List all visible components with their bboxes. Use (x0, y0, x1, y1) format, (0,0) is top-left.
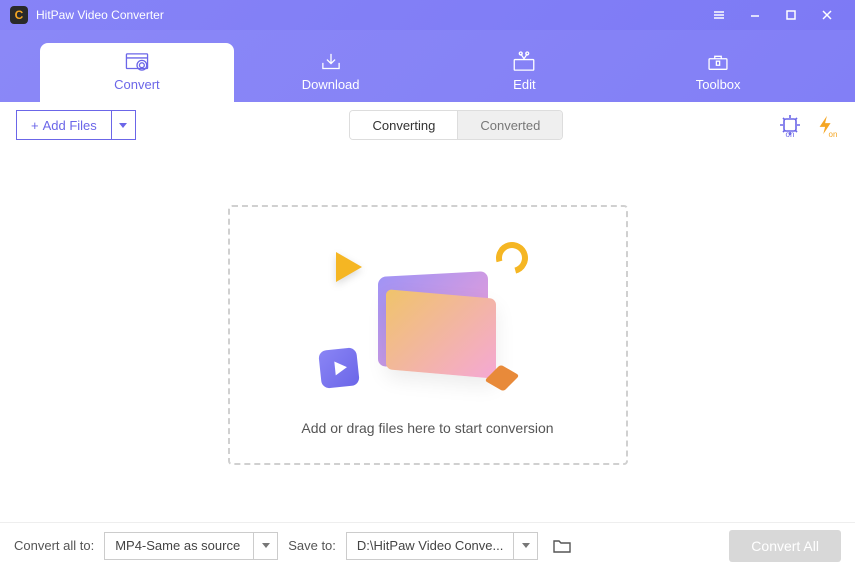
menu-button[interactable] (701, 1, 737, 29)
chevron-down-icon (119, 123, 127, 128)
open-folder-button[interactable] (548, 532, 576, 560)
add-files-group: + Add Files (16, 110, 136, 140)
add-files-dropdown[interactable] (112, 110, 136, 140)
lightning-toggle[interactable]: on (813, 112, 839, 138)
toolbar: + Add Files Converting Converted on on (0, 102, 855, 148)
dropzone-illustration (308, 234, 548, 404)
save-path-value[interactable]: D:\HitPaw Video Conve... (346, 532, 514, 560)
add-files-button[interactable]: + Add Files (16, 110, 112, 140)
play-icon (336, 252, 362, 282)
gpu-accel-toggle[interactable]: on (777, 112, 803, 138)
lightning-badge-label: on (829, 130, 838, 139)
save-to-label: Save to: (288, 538, 336, 553)
chevron-down-icon (262, 543, 270, 548)
tab-toolbox[interactable]: Toolbox (621, 43, 815, 102)
main-area: Add or drag files here to start conversi… (0, 148, 855, 522)
status-segment: Converting Converted (349, 110, 563, 140)
main-tabs: Convert Download Edit Toolbox (0, 30, 855, 102)
format-select: MP4-Same as source (104, 532, 278, 560)
minimize-button[interactable] (737, 1, 773, 29)
tab-edit-label: Edit (513, 77, 535, 92)
dropzone[interactable]: Add or drag files here to start conversi… (228, 205, 628, 465)
format-select-caret[interactable] (254, 532, 278, 560)
gpu-badge-label: on (786, 130, 795, 139)
close-button[interactable] (809, 1, 845, 29)
dropzone-text: Add or drag files here to start conversi… (301, 420, 553, 436)
app-logo: C (10, 6, 28, 24)
format-select-value[interactable]: MP4-Same as source (104, 532, 254, 560)
chevron-down-icon (522, 543, 530, 548)
folder-front-icon (386, 289, 496, 379)
tab-download[interactable]: Download (234, 43, 428, 102)
segment-converting[interactable]: Converting (350, 111, 458, 139)
convert-all-to-label: Convert all to: (14, 538, 94, 553)
video-box-icon (318, 347, 360, 389)
footer: Convert all to: MP4-Same as source Save … (0, 522, 855, 568)
app-title: HitPaw Video Converter (36, 8, 701, 22)
maximize-button[interactable] (773, 1, 809, 29)
tab-convert[interactable]: Convert (40, 43, 234, 102)
tab-convert-label: Convert (114, 77, 160, 92)
tab-toolbox-label: Toolbox (696, 77, 741, 92)
tab-edit[interactable]: Edit (428, 43, 622, 102)
convert-all-button[interactable]: Convert All (729, 530, 841, 562)
refresh-icon (490, 236, 534, 280)
tab-download-label: Download (302, 77, 360, 92)
titlebar: C HitPaw Video Converter (0, 0, 855, 30)
segment-converted[interactable]: Converted (458, 111, 562, 139)
add-files-label: Add Files (43, 118, 97, 133)
save-path-select: D:\HitPaw Video Conve... (346, 532, 538, 560)
plus-icon: + (31, 118, 39, 133)
save-path-caret[interactable] (514, 532, 538, 560)
